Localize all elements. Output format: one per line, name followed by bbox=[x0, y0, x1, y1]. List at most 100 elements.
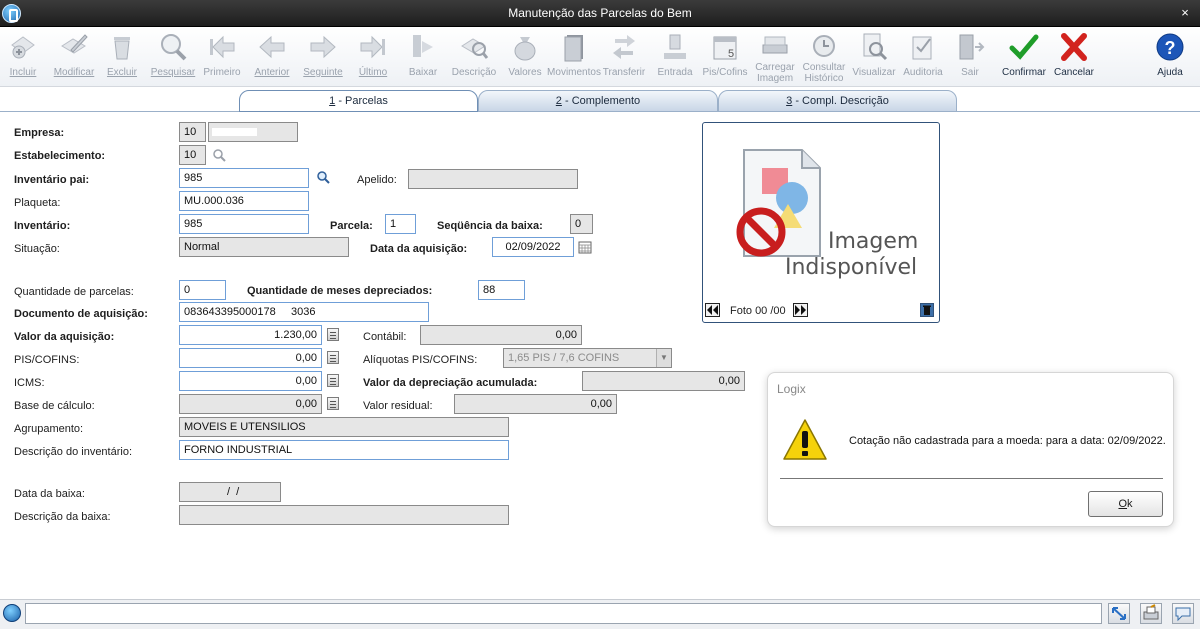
help-button[interactable]: ? Ajuda bbox=[1144, 29, 1196, 85]
apelido-field[interactable] bbox=[408, 169, 578, 189]
qtd-parcelas-label: Quantidade de parcelas: bbox=[14, 286, 134, 298]
data-aquisicao-field[interactable]: 02/09/2022 bbox=[492, 237, 574, 257]
pis-cofins-detail-icon[interactable] bbox=[327, 351, 339, 364]
image-unavailable-text-2: Indisponível bbox=[785, 255, 918, 280]
baixar-button[interactable]: Baixar bbox=[397, 29, 449, 85]
delete-button[interactable]: Excluir bbox=[96, 29, 148, 85]
print-icon[interactable] bbox=[1140, 603, 1162, 624]
aliquotas-select[interactable]: 1,65 PIS / 7,6 COFINS bbox=[503, 348, 672, 368]
resize-icon[interactable] bbox=[1108, 603, 1130, 624]
plaqueta-field[interactable]: MU.000.036 bbox=[179, 191, 309, 211]
valor-aquisicao-field[interactable]: 1.230,00 bbox=[179, 325, 322, 345]
calendar-picker-icon[interactable] bbox=[578, 240, 592, 254]
qtd-meses-field[interactable]: 88 bbox=[478, 280, 525, 300]
empresa-label: Empresa: bbox=[14, 127, 65, 139]
status-input[interactable] bbox=[25, 603, 1102, 624]
preview-icon bbox=[863, 33, 888, 61]
ok-mnemonic: O bbox=[1118, 498, 1128, 510]
data-aquisicao-label: Data da aquisição: bbox=[370, 243, 468, 255]
ok-button[interactable]: Ok bbox=[1088, 491, 1163, 517]
empresa-name-highlight bbox=[212, 128, 257, 136]
prev-arrow-icon bbox=[259, 35, 285, 59]
money-bag-icon bbox=[514, 37, 536, 61]
calendar-icon: 5 bbox=[713, 36, 737, 60]
ok-label: k bbox=[1127, 498, 1133, 510]
valor-aquisicao-detail-icon[interactable] bbox=[327, 328, 339, 341]
exit-button[interactable]: Sair bbox=[944, 29, 996, 85]
close-icon[interactable]: × bbox=[1177, 5, 1193, 21]
last-arrow-icon bbox=[360, 35, 385, 59]
inventario-pai-search-icon[interactable] bbox=[316, 170, 330, 184]
tab-complemento[interactable]: 2 - Complemento bbox=[478, 90, 718, 112]
contabil-field[interactable]: 0,00 bbox=[420, 325, 582, 345]
tab-parcelas[interactable]: 1 - Parcelas bbox=[239, 90, 478, 112]
icms-detail-icon[interactable] bbox=[327, 374, 339, 387]
data-baixa-label: Data da baixa: bbox=[14, 488, 85, 500]
descricao-baixa-field[interactable] bbox=[179, 505, 509, 525]
base-calculo-detail-icon[interactable] bbox=[327, 397, 339, 410]
qtd-parcelas-field[interactable]: 0 bbox=[179, 280, 226, 300]
photo-prev-button[interactable] bbox=[705, 303, 720, 317]
previous-button[interactable]: Anterior bbox=[246, 29, 298, 85]
entry-icon bbox=[664, 34, 686, 59]
empresa-code-field[interactable]: 10 bbox=[179, 122, 206, 142]
pis-cofins-field[interactable]: 0,00 bbox=[179, 348, 322, 368]
parcela-field[interactable]: 1 bbox=[385, 214, 416, 234]
situacao-field[interactable]: Normal bbox=[179, 237, 349, 257]
valor-residual-label: Valor residual: bbox=[363, 400, 433, 412]
agrupamento-field[interactable]: MOVEIS E UTENSILIOS bbox=[179, 417, 509, 437]
history-button[interactable]: Consultar Histórico bbox=[798, 29, 850, 85]
documento-field[interactable]: 083643395000178 3036 bbox=[179, 302, 429, 322]
help-label: Ajuda bbox=[1157, 67, 1183, 78]
cancel-button[interactable]: Cancelar bbox=[1048, 29, 1100, 85]
title-bar: Manutenção das Parcelas do Bem × bbox=[0, 0, 1200, 27]
movements-button[interactable]: Movimentos bbox=[547, 29, 601, 85]
sequencia-baixa-field[interactable]: 0 bbox=[570, 214, 593, 234]
window-title: Manutenção das Parcelas do Bem bbox=[508, 6, 692, 20]
contabil-label: Contábil: bbox=[363, 331, 407, 343]
first-button[interactable]: Primeiro bbox=[196, 29, 248, 85]
icms-label: ICMS: bbox=[14, 377, 45, 389]
valor-aquisicao-label: Valor da aquisição: bbox=[14, 331, 115, 343]
estabelecimento-search-icon[interactable] bbox=[212, 148, 226, 162]
chevron-down-icon[interactable]: ▼ bbox=[656, 349, 671, 367]
descricao-inventario-field[interactable]: FORNO INDUSTRIAL bbox=[179, 440, 509, 460]
chat-icon[interactable] bbox=[1172, 603, 1194, 624]
icms-field[interactable]: 0,00 bbox=[179, 371, 322, 391]
transfer-icon bbox=[613, 35, 635, 59]
agrupamento-label: Agrupamento: bbox=[14, 423, 84, 435]
trash-icon bbox=[923, 305, 931, 315]
descricao-inventario-label: Descrição do inventário: bbox=[14, 446, 133, 458]
add-icon bbox=[11, 36, 35, 59]
estabelecimento-field[interactable]: 10 bbox=[179, 145, 206, 165]
last-button[interactable]: Último bbox=[347, 29, 399, 85]
tab-compl-descricao[interactable]: 3 - Compl. Descrição bbox=[718, 90, 957, 112]
exit-door-icon bbox=[959, 34, 985, 60]
first-arrow-icon bbox=[210, 35, 235, 59]
entry-button[interactable]: Entrada bbox=[649, 29, 701, 85]
pis-cofins-field-label: PIS/COFINS: bbox=[14, 354, 80, 366]
base-calculo-field[interactable]: 0,00 bbox=[179, 394, 322, 414]
photo-delete-button[interactable] bbox=[920, 303, 934, 317]
pis-cofins-button[interactable]: 5 Pis/Cofins bbox=[699, 29, 751, 85]
speech-bubble-icon bbox=[1175, 607, 1191, 622]
magnifier-icon bbox=[161, 34, 187, 61]
inventario-pai-field[interactable]: 985 bbox=[179, 168, 309, 188]
next-button[interactable]: Seguinte bbox=[297, 29, 349, 85]
image-unavailable-text-1: Imagem bbox=[828, 229, 919, 254]
data-baixa-field[interactable]: / / bbox=[179, 482, 281, 502]
include-button[interactable]: Incluir bbox=[0, 29, 49, 85]
valor-depreciacao-field[interactable]: 0,00 bbox=[582, 371, 745, 391]
description-button[interactable]: Descrição bbox=[448, 29, 500, 85]
transfer-button[interactable]: Transferir bbox=[598, 29, 650, 85]
confirm-button[interactable]: Confirmar bbox=[998, 29, 1050, 85]
download-icon bbox=[413, 35, 433, 57]
valor-depreciacao-label: Valor da depreciação acumulada: bbox=[363, 377, 538, 389]
parcela-label: Parcela: bbox=[330, 220, 373, 232]
valor-residual-field[interactable]: 0,00 bbox=[454, 394, 617, 414]
photo-next-button[interactable] bbox=[793, 303, 808, 317]
help-icon: ? bbox=[1156, 33, 1184, 61]
inventario-field[interactable]: 985 bbox=[179, 214, 309, 234]
audit-icon bbox=[912, 36, 932, 60]
cancel-x-icon bbox=[1061, 33, 1087, 61]
